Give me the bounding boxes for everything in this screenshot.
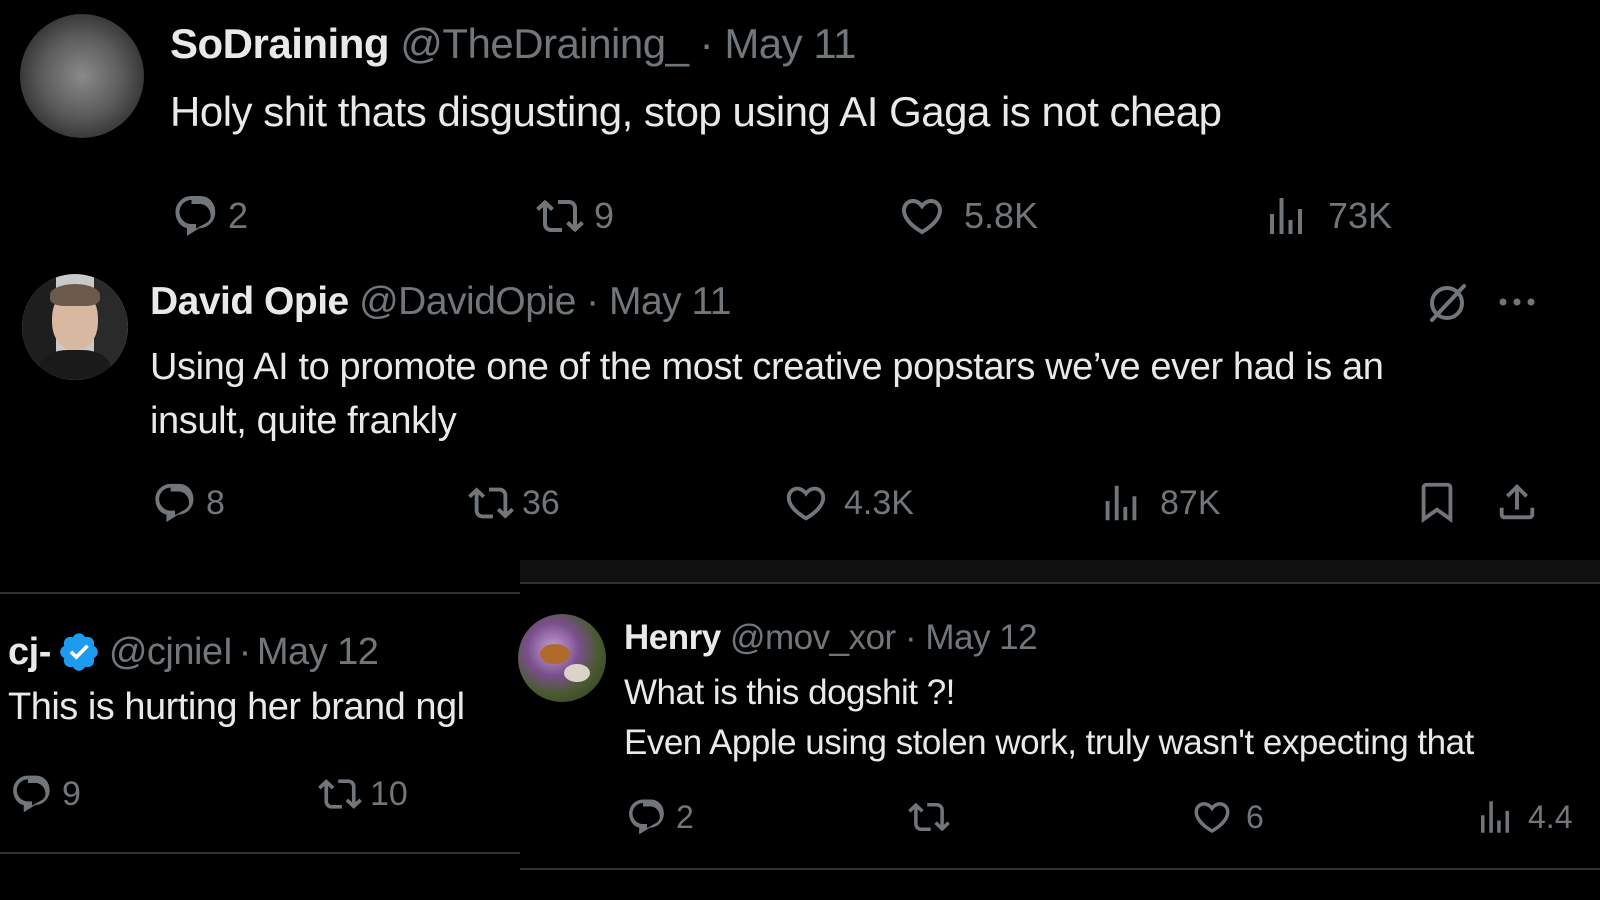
like-count: 6 [1246, 798, 1264, 835]
separator: · [586, 280, 599, 323]
views-icon [1262, 192, 1310, 240]
reply-button[interactable]: 8 [152, 480, 225, 526]
reply-count: 9 [62, 774, 81, 813]
tweet-header: cj- @cjnieI · May 12 [8, 630, 379, 674]
bookmark-icon [1414, 478, 1460, 526]
tweet-text-line: insult, quite frankly [150, 400, 457, 442]
divider [0, 592, 520, 594]
separator: · [238, 630, 252, 673]
like-button[interactable]: 4.3K [782, 480, 914, 526]
avatar[interactable] [518, 614, 606, 702]
grok-icon[interactable] [1424, 280, 1470, 326]
tweet-header: Henry @mov_xor · May 12 [624, 618, 1038, 658]
retweet-count: 9 [594, 195, 615, 236]
tweet-text: Using AI to promote one of the most crea… [150, 340, 1384, 448]
views-button[interactable]: 73K [1262, 192, 1392, 240]
display-name[interactable]: Henry [624, 618, 721, 657]
reply-count: 2 [676, 798, 694, 835]
heart-icon [1190, 796, 1234, 838]
verified-badge-icon [60, 633, 98, 671]
views-count: 73K [1328, 195, 1393, 236]
avatar[interactable] [22, 274, 128, 380]
tweet-text-line: Even Apple using stolen work, truly wasn… [624, 723, 1474, 762]
views-icon [1098, 480, 1144, 526]
display-name[interactable]: SoDraining [170, 20, 390, 67]
views-count: 4.4 [1528, 798, 1573, 835]
like-count: 4.3K [844, 483, 914, 522]
timestamp[interactable]: May 11 [724, 20, 856, 67]
like-button[interactable]: 5.8K [896, 192, 1038, 240]
retweet-count: 10 [370, 774, 408, 813]
bookmark-button[interactable] [1414, 478, 1460, 526]
views-count: 87K [1160, 483, 1221, 522]
tweet-text-line: Using AI to promote one of the most crea… [150, 346, 1384, 388]
reply-icon [10, 772, 54, 816]
display-name[interactable]: cj- [8, 631, 51, 674]
retweet-button[interactable]: 36 [464, 480, 560, 526]
separator: · [904, 618, 917, 657]
share-icon [1494, 478, 1540, 526]
reply-button[interactable]: 9 [10, 772, 81, 816]
henry-panel-top-strip [520, 560, 1600, 582]
tweet-text: Holy shit thats disgusting, stop using A… [170, 88, 1222, 135]
tweet-header: David Opie @DavidOpie · May 11 [150, 280, 731, 324]
retweet-button[interactable]: 10 [314, 772, 408, 816]
reply-count: 8 [206, 483, 225, 522]
retweet-icon [464, 480, 518, 526]
retweet-count: 36 [522, 483, 560, 522]
retweet-icon [904, 796, 954, 838]
like-button[interactable]: 6 [1190, 796, 1264, 838]
reply-icon [172, 192, 220, 240]
reply-count: 2 [228, 195, 249, 236]
handle[interactable]: @TheDraining_ [400, 20, 689, 67]
heart-icon [896, 192, 948, 240]
divider [520, 868, 1600, 870]
separator: · [699, 20, 714, 67]
divider [0, 852, 520, 854]
reply-icon [626, 796, 668, 838]
views-icon [1474, 796, 1516, 838]
display-name[interactable]: David Opie [150, 280, 349, 323]
retweet-icon [532, 192, 588, 240]
retweet-button[interactable]: 9 [532, 192, 614, 240]
timestamp[interactable]: May 12 [257, 631, 379, 674]
heart-icon [782, 480, 830, 526]
like-count: 5.8K [964, 195, 1039, 236]
timestamp[interactable]: May 11 [609, 280, 732, 323]
retweet-button[interactable] [904, 796, 954, 838]
views-button[interactable]: 4.4 [1474, 796, 1600, 838]
more-icon[interactable] [1496, 290, 1542, 314]
views-button[interactable]: 87K [1098, 480, 1221, 526]
tweet-header: SoDraining @TheDraining_ · May 11 [170, 20, 856, 68]
divider [520, 582, 1600, 584]
reply-button[interactable]: 2 [172, 192, 248, 240]
tweet-text: This is hurting her brand ngl [8, 686, 465, 728]
retweet-icon [314, 772, 366, 816]
avatar[interactable] [20, 14, 144, 138]
share-button[interactable] [1494, 478, 1540, 526]
handle[interactable]: @DavidOpie [359, 280, 576, 323]
reply-icon [152, 480, 198, 526]
reply-button[interactable]: 2 [626, 796, 694, 838]
tweet-text: What is this dogshit ?! Even Apple using… [624, 668, 1600, 768]
tweet-text-line: What is this dogshit ?! [624, 673, 955, 712]
handle[interactable]: @mov_xor [730, 618, 896, 657]
handle[interactable]: @cjnieI [109, 631, 233, 674]
timestamp[interactable]: May 12 [925, 618, 1037, 657]
